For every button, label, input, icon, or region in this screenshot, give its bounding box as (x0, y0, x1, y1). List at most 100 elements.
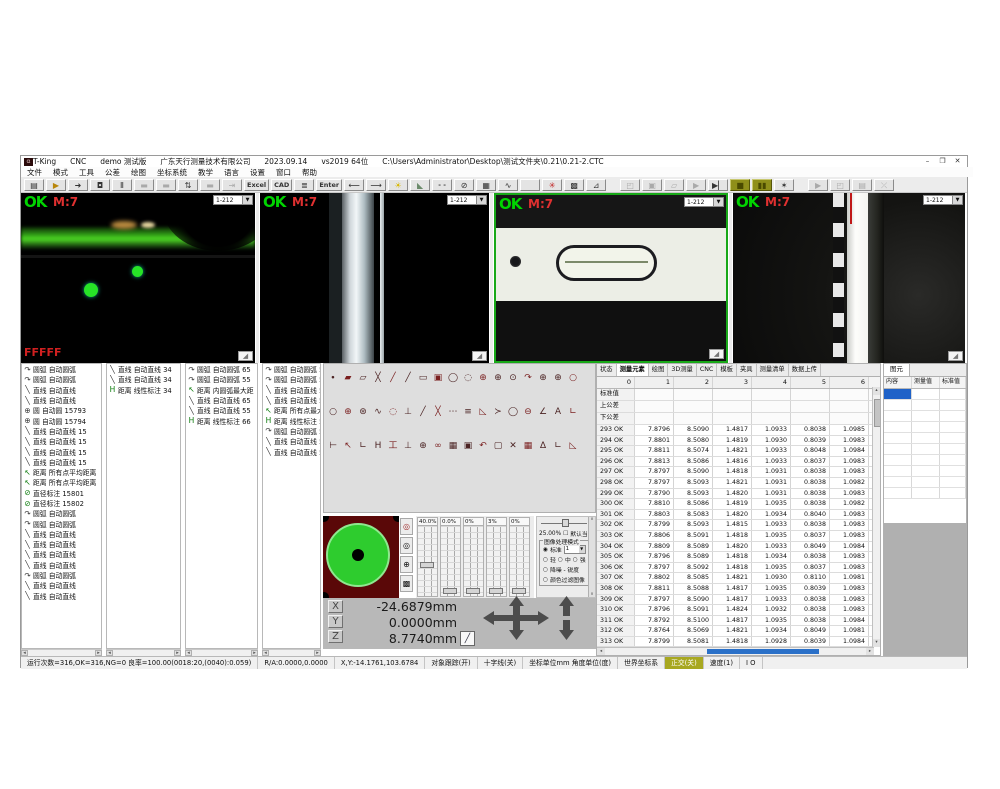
table-tab-CNC[interactable]: CNC (697, 364, 718, 376)
palette-tool-icon[interactable]: ◯ (506, 405, 520, 419)
list-item[interactable]: ╲直线 自动直线 (22, 529, 101, 539)
elements-row[interactable] (884, 488, 966, 499)
palette-tool-icon[interactable]: ▦ (521, 439, 535, 453)
slider-thumb[interactable] (466, 588, 480, 594)
list-item[interactable]: ╲直线 自动直线 55 (186, 405, 257, 415)
palette-tool-icon[interactable]: ▱ (356, 371, 370, 385)
x-axis-button[interactable]: X (328, 600, 343, 613)
elements-rows[interactable] (884, 389, 966, 499)
z-jog-arrows-icon[interactable] (559, 596, 574, 640)
table-row[interactable]: 313 OK7.87998.50811.48181.09280.80391.09… (597, 637, 880, 648)
list-item[interactable]: ↷圆弧 自动圆弧 55 (263, 364, 320, 374)
palette-tool-icon[interactable]: ╳ (371, 371, 385, 385)
list-item[interactable]: ╲直线 自动直线 34 (107, 364, 180, 374)
list-item[interactable]: ╲直线 自动直线 55 (263, 395, 320, 405)
palette-tool-icon[interactable]: ▦ (446, 439, 460, 453)
slider-thumb[interactable] (420, 562, 434, 568)
camera1-selector[interactable]: 1-212 ▼ (213, 195, 253, 205)
list-item[interactable]: ⊕圆 自动圆 15793 (22, 405, 101, 415)
palette-tool-icon[interactable]: ⊕ (491, 371, 505, 385)
palette-tool-icon[interactable]: ∟ (566, 405, 580, 419)
table-row[interactable]: 307 OK7.88028.50851.48211.09300.81101.09… (597, 573, 880, 584)
toolbar-button-probe[interactable]: ◘ (90, 179, 110, 191)
toolbar-button-folder[interactable]: ▱ (664, 179, 684, 191)
light-slider-4[interactable]: 3% (486, 517, 507, 597)
toolbar-button-step[interactable]: ⇥ (222, 179, 242, 191)
chevron-down-icon[interactable]: ▼ (579, 546, 585, 553)
list-item[interactable]: ╲直线 自动直线 (22, 560, 101, 570)
camera2-resize-grip[interactable]: ◢ (472, 351, 487, 361)
palette-tool-icon[interactable]: ∆ (536, 439, 550, 453)
menu-语言[interactable]: 语言 (224, 167, 239, 178)
palette-tool-icon[interactable]: ⊢ (326, 439, 340, 453)
list-item[interactable]: ╲直线 自动直线 (22, 549, 101, 559)
list-item[interactable]: ↷圆弧 自动圆弧 55 (186, 374, 257, 384)
palette-tool-icon[interactable]: ◌ (461, 371, 475, 385)
ring-tool-4[interactable]: ▩ (400, 575, 413, 592)
toolbar-button-save[interactable]: ◰ (620, 179, 640, 191)
toolbar-button-gray-a[interactable]: ▬ (134, 179, 154, 191)
table-tab-夹具[interactable]: 夹具 (737, 364, 757, 376)
list1-hscrollbar[interactable]: ◂▸ (21, 649, 102, 656)
maximize-button[interactable]: ❐ (935, 157, 950, 166)
elements-row[interactable] (884, 466, 966, 477)
toolbar-button-dash[interactable]: - - (432, 179, 452, 191)
table-tab-状态[interactable]: 状态 (597, 364, 617, 376)
list-item[interactable]: ↷圆弧 自动圆弧 (22, 570, 101, 580)
table-row[interactable]: 304 OK7.88098.50891.48201.09330.80491.09… (597, 542, 880, 553)
toolbar-button-tools[interactable]: ✶ (774, 179, 794, 191)
measurement-table[interactable]: 0123456标准值上公差下公差293 OK7.87968.50901.4817… (597, 377, 880, 656)
toolbar-button-curve[interactable]: ∿ (498, 179, 518, 191)
menu-窗口[interactable]: 窗口 (276, 167, 291, 178)
elements-row[interactable] (884, 400, 966, 411)
palette-tool-icon[interactable]: ◌ (386, 405, 400, 419)
palette-tool-icon[interactable]: ○ (566, 371, 580, 385)
list-item[interactable]: ╲直线 自动直线 (22, 591, 101, 601)
palette-tool-icon[interactable]: ○ (326, 405, 340, 419)
table-vscrollbar[interactable]: ▴▾ (872, 387, 880, 647)
palette-tool-icon[interactable]: ◺ (566, 439, 580, 453)
list4-hscrollbar[interactable]: ◂▸ (262, 649, 321, 656)
radio-color[interactable]: ○ (543, 577, 548, 583)
camera4-resize-grip[interactable]: ◢ (948, 351, 963, 361)
palette-tool-icon[interactable]: ∙ (326, 371, 340, 385)
tab-elements[interactable]: 图元 (884, 364, 910, 376)
light-slider-5[interactable]: 0% (509, 517, 530, 597)
camera4-selector[interactable]: 1-212 ▼ (923, 195, 963, 205)
elements-row[interactable] (884, 433, 966, 444)
ring-tool-3[interactable]: ⊕ (400, 556, 413, 573)
toolbar-button-grid[interactable]: ▩ (564, 179, 584, 191)
palette-tool-icon[interactable]: ▣ (431, 371, 445, 385)
camera2-selector[interactable]: 1-212 ▼ (447, 195, 487, 205)
table-tab-测量元素[interactable]: 测量元素 (617, 364, 649, 376)
list-item[interactable]: ↖距离 所有点平均距离 (22, 467, 101, 477)
light-slider-3[interactable]: 0% (463, 517, 484, 597)
elements-row[interactable] (884, 455, 966, 466)
toolbar-button-save2[interactable]: ◰ (830, 179, 850, 191)
table-tab-模板[interactable]: 模板 (717, 364, 737, 376)
list-item[interactable]: ╲直线 自动直线 (22, 395, 101, 405)
toolbar-button-excel[interactable]: Excel (244, 179, 269, 191)
options-vscrollbar[interactable]: ∧∨ (588, 517, 595, 597)
palette-tool-icon[interactable]: ∟ (551, 439, 565, 453)
list-item[interactable]: ⊘直径标注 15801 (22, 488, 101, 498)
palette-tool-icon[interactable]: H (371, 439, 385, 453)
toolbar-button-light[interactable]: ☀ (388, 179, 408, 191)
table-row[interactable]: 312 OK7.87648.50691.48211.09340.80491.09… (597, 626, 880, 637)
camera1-resize-grip[interactable]: ◢ (238, 351, 253, 361)
palette-tool-icon[interactable]: A (551, 405, 565, 419)
table-row[interactable]: 297 OK7.87978.50901.48181.09310.80381.09… (597, 467, 880, 478)
palette-tool-icon[interactable]: ⊥ (401, 405, 415, 419)
slider-track[interactable] (417, 526, 438, 597)
menu-工具[interactable]: 工具 (79, 167, 94, 178)
palette-tool-icon[interactable]: ∠ (536, 405, 550, 419)
toolbar-button-checker[interactable]: ▦ (476, 179, 496, 191)
elements-row[interactable] (884, 477, 966, 488)
list-item[interactable]: ↷圆弧 自动圆弧 (22, 508, 101, 518)
table-row[interactable]: 301 OK7.88038.50831.48201.09340.80401.09… (597, 510, 880, 521)
menu-坐标系统[interactable]: 坐标系统 (157, 167, 187, 178)
menu-公差[interactable]: 公差 (105, 167, 120, 178)
list-item[interactable]: ↷圆弧 自动圆弧 (22, 374, 101, 384)
toolbar-button-goto[interactable]: ➜ (68, 179, 88, 191)
chevron-down-icon[interactable]: ▼ (476, 196, 486, 204)
